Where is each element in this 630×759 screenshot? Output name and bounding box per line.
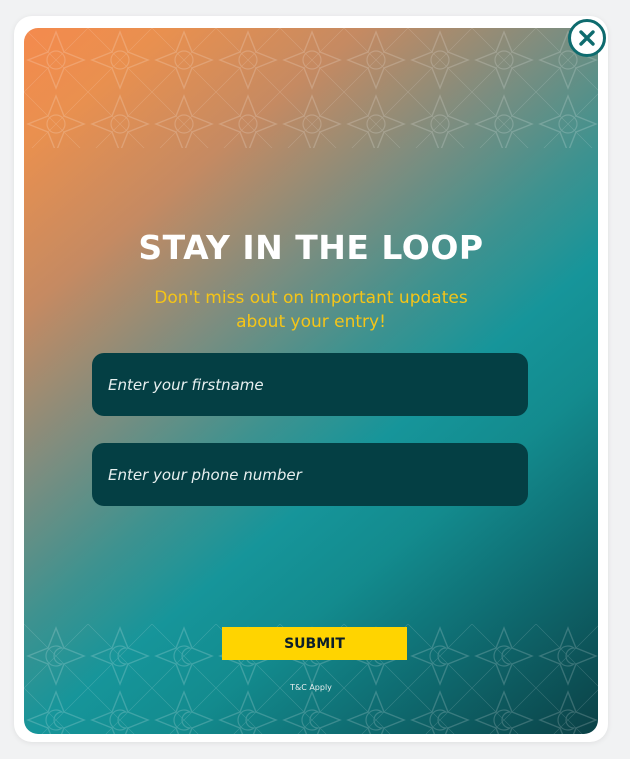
close-button[interactable] (568, 19, 606, 57)
terms-link[interactable]: T&C Apply (24, 683, 598, 692)
decorative-pattern-top (24, 28, 598, 148)
close-icon (579, 30, 595, 46)
submit-button[interactable]: SUBMIT (222, 627, 407, 660)
firstname-input[interactable] (106, 374, 514, 395)
phone-input[interactable] (106, 464, 514, 485)
firstname-field[interactable] (92, 353, 528, 416)
popup-panel: STAY IN THE LOOP Don't miss out on impor… (24, 28, 598, 734)
phone-field[interactable] (92, 443, 528, 506)
popup-subtitle: Don't miss out on important updates abou… (154, 288, 468, 332)
popup-title: STAY IN THE LOOP (138, 228, 484, 267)
